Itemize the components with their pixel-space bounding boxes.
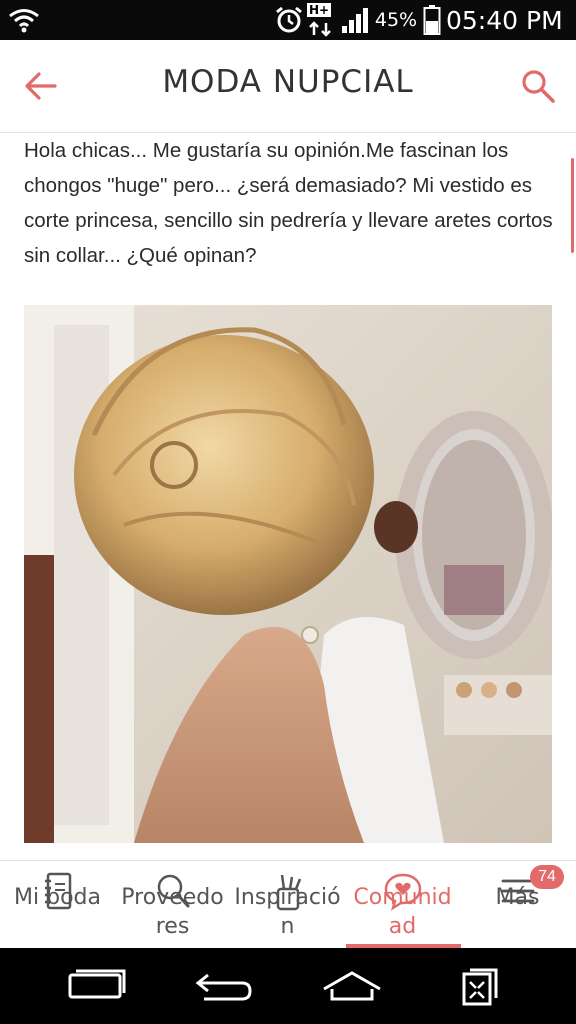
screen-capture-icon — [462, 968, 498, 1006]
network-type-icon: H+ — [306, 0, 336, 40]
recent-apps-icon — [68, 969, 126, 999]
back-icon — [195, 973, 252, 1001]
clock: 05:40 PM — [446, 5, 563, 35]
signal-icon — [338, 0, 372, 40]
tab-comunidad[interactable]: Comunidad — [345, 861, 460, 949]
alarm-icon — [272, 0, 306, 40]
app-header: MODA NUPCIAL — [0, 40, 576, 133]
network-type-label: H+ — [307, 3, 332, 17]
post-body-text: Hola chicas... Me gustaría su opinión.Me… — [24, 139, 553, 267]
tab-mas[interactable]: 74 Más — [460, 861, 575, 949]
post-photo[interactable] — [24, 305, 552, 843]
tab-mi-boda[interactable]: Mi boda — [0, 861, 115, 949]
scroll-indicator — [571, 158, 574, 253]
battery-percent: 45% — [374, 9, 418, 31]
bottom-tab-bar: Mi boda Proveedores Inspiración Comunida… — [0, 860, 576, 949]
home-icon — [323, 971, 381, 1001]
screen-capture-button[interactable] — [440, 956, 520, 1016]
post-content[interactable]: Hola chicas... Me gustaría su opinión.Me… — [0, 133, 576, 860]
back-button[interactable] — [12, 58, 68, 114]
battery-icon — [420, 0, 444, 40]
system-nav-bar — [0, 948, 576, 1024]
wifi-icon — [6, 0, 42, 40]
search-icon — [522, 70, 555, 103]
search-button[interactable] — [510, 58, 566, 114]
arrow-left-icon — [25, 72, 57, 100]
status-bar: H+ 45% 05:40 PM — [0, 0, 576, 40]
tab-proveedores[interactable]: Proveedores — [115, 861, 230, 949]
recent-apps-button[interactable] — [56, 956, 136, 1016]
home-button[interactable] — [312, 956, 392, 1016]
back-nav-button[interactable] — [184, 956, 264, 1016]
page-title: MODA NUPCIAL — [162, 64, 414, 100]
tab-inspiracion[interactable]: Inspiración — [230, 861, 345, 949]
